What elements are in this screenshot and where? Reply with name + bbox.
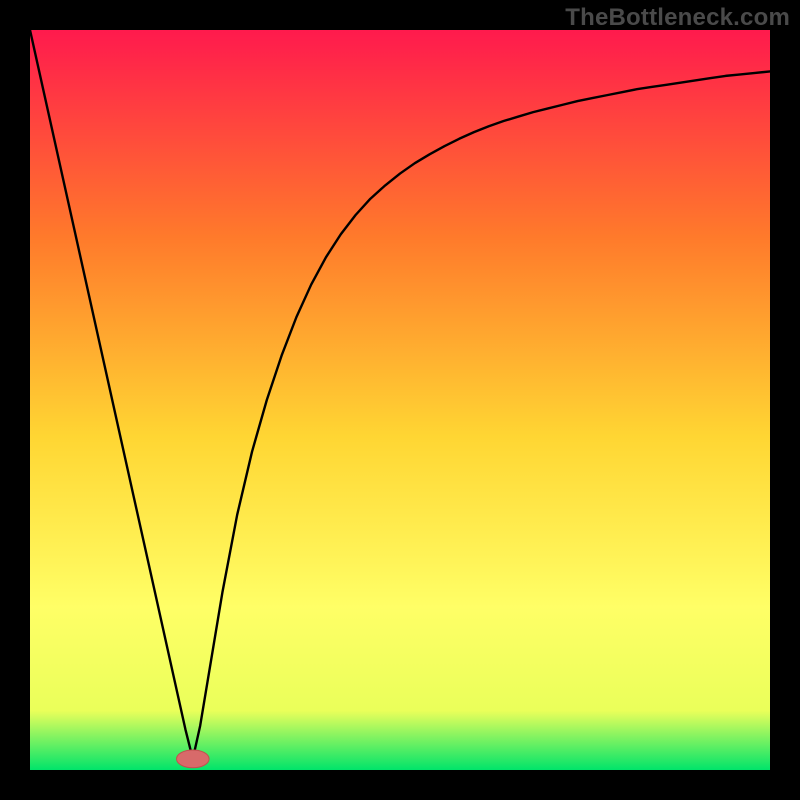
chart-svg [30, 30, 770, 770]
gradient-bg [30, 30, 770, 770]
watermark-label: TheBottleneck.com [565, 4, 790, 32]
chart-frame: TheBottleneck.com [0, 0, 800, 800]
minimum-marker [177, 750, 210, 768]
plot-area [30, 30, 770, 770]
